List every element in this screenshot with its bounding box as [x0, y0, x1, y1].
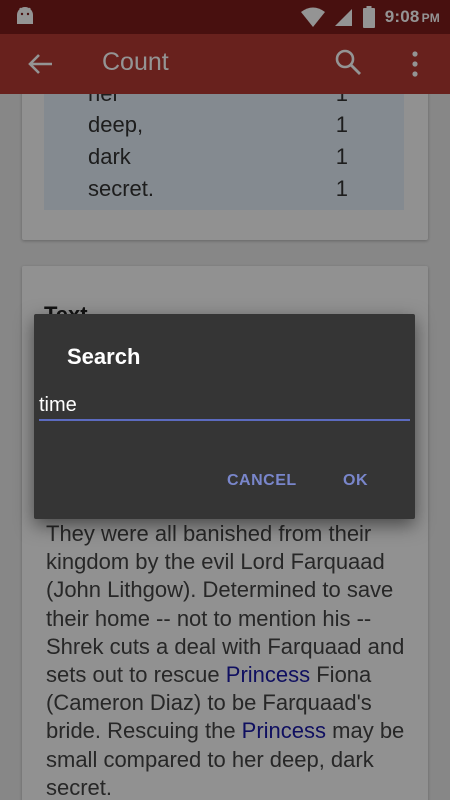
ok-button[interactable]: OK — [343, 472, 368, 490]
dialog-title: Search — [67, 344, 141, 369]
cancel-button[interactable]: CANCEL — [227, 472, 297, 490]
search-input[interactable] — [39, 390, 409, 420]
search-dialog: Search CANCEL OK — [34, 314, 415, 519]
input-underline — [39, 419, 410, 421]
